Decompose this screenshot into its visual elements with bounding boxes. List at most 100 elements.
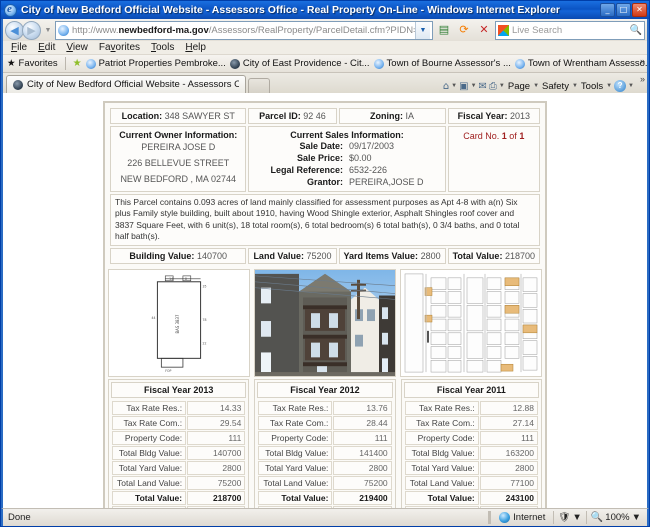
favorite-link-1[interactable]: City of East Providence - Cit... bbox=[229, 58, 370, 69]
legal-reference-label: Legal Reference: bbox=[270, 165, 344, 175]
row-value: 75200 bbox=[187, 475, 246, 490]
menu-item-view[interactable]: View bbox=[66, 42, 88, 53]
chevron-down-icon[interactable]: ▼ bbox=[632, 512, 641, 523]
search-input[interactable]: Live Search 🔍 bbox=[495, 20, 645, 40]
add-favorite-icon[interactable]: ★ bbox=[73, 58, 82, 69]
favorite-label: City of East Providence - Cit... bbox=[242, 58, 370, 69]
card-no-middle: of bbox=[506, 131, 520, 141]
table-row: Tax Rate Res.: 12.88 bbox=[404, 400, 538, 415]
table-row: Tax Rate Res.: 13.76 bbox=[258, 400, 392, 415]
site-icon bbox=[85, 58, 96, 69]
parcel-description: This Parcel contains 0.093 acres of land… bbox=[110, 194, 540, 246]
help-icon[interactable]: ? bbox=[614, 80, 627, 92]
fiscal-year-2013-table: Fiscal Year 2013 Tax Rate Res.: 14.33 Tax… bbox=[108, 378, 250, 508]
row-label: Property Code: bbox=[404, 430, 479, 445]
property-photo[interactable] bbox=[254, 268, 396, 377]
search-icon[interactable]: 🔍 bbox=[630, 25, 642, 36]
table-row: Current Owner Information: PEREIRA JOSE … bbox=[110, 126, 540, 192]
total-value-cell: Total Value: 218700 bbox=[447, 247, 540, 264]
chevron-down-icon[interactable]: ▼ bbox=[572, 83, 578, 89]
total-value: 219400 bbox=[333, 490, 392, 505]
print-icon[interactable]: ⎙ bbox=[489, 81, 497, 92]
window-controls: _ □ ✕ bbox=[600, 3, 647, 17]
menu-item-file[interactable]: File bbox=[11, 42, 27, 53]
parcel-detail-card: Location: 348 SAWYER ST Parcel ID: 92 46… bbox=[103, 101, 547, 508]
feeds-icon[interactable]: ▣ bbox=[459, 81, 468, 92]
menu-item-edit[interactable]: Edit bbox=[38, 42, 55, 53]
new-tab-button[interactable] bbox=[248, 78, 270, 93]
table-row: Total Bldg Value: 163200 bbox=[404, 445, 538, 460]
tab-bar: City of New Bedford Official Website - A… bbox=[3, 73, 647, 93]
search-placeholder: Live Search bbox=[512, 24, 563, 36]
favorites-button[interactable]: ★ Favorites bbox=[7, 58, 58, 69]
maximize-button[interactable]: □ bbox=[616, 3, 631, 17]
address-input[interactable]: http://www.newbedford-ma.gov/Assessors/R… bbox=[55, 20, 433, 40]
address-dropdown-icon[interactable]: ▼ bbox=[415, 21, 430, 39]
zoom-icon: 🔍 bbox=[590, 512, 604, 523]
owner-name: PEREIRA JOSE D bbox=[141, 142, 216, 152]
command-bar: ⌂ ▼ ▣ ▼ ✉ ⎙ ▼ Page ▼ Safety ▼ Tools ▼ ? … bbox=[443, 80, 644, 93]
tab-active[interactable]: City of New Bedford Official Website - A… bbox=[6, 75, 246, 93]
address-bar-row: ◀ ▶ ▼ http://www.newbedford-ma.gov/Asses… bbox=[3, 19, 647, 41]
table-row: Grantor: PEREIRA,JOSE D bbox=[269, 176, 424, 188]
forward-button[interactable]: ▶ bbox=[22, 20, 41, 40]
tax-value: $3,131.13 bbox=[479, 505, 538, 508]
menu-item-tools[interactable]: Tools bbox=[151, 42, 174, 53]
row-label: Total Yard Value: bbox=[112, 460, 187, 475]
chevron-down-icon[interactable]: ▼ bbox=[499, 83, 505, 89]
land-value-cell: Land Value: 75200 bbox=[248, 247, 337, 264]
zoom-control[interactable]: 🔍 100% ▼ bbox=[587, 512, 645, 523]
fiscal-year-tables: Fiscal Year 2013 Tax Rate Res.: 14.33 Tax… bbox=[108, 378, 542, 508]
fiscal-year-rows: Tax Rate Res.: 14.33 Tax Rate Com.: 29.54 … bbox=[111, 400, 246, 508]
browser-chrome: ◀ ▶ ▼ http://www.newbedford-ma.gov/Asses… bbox=[1, 19, 649, 93]
safety-menu-button[interactable]: Safety bbox=[542, 81, 569, 92]
menu-item-favorites[interactable]: Favorites bbox=[99, 42, 140, 53]
history-dropdown-icon[interactable]: ▼ bbox=[43, 27, 53, 34]
chevron-down-icon[interactable]: ▼ bbox=[471, 83, 477, 89]
favorite-label: Patriot Properties Pembroke... bbox=[98, 58, 226, 69]
row-label: Total Bldg Value: bbox=[404, 445, 479, 460]
sale-price-label: Sale Price: bbox=[296, 153, 344, 163]
command-bar-overflow-icon[interactable]: » bbox=[640, 74, 645, 84]
menu-item-help[interactable]: Help bbox=[185, 42, 206, 53]
chevron-down-icon[interactable]: ▼ bbox=[451, 83, 457, 89]
row-value: 140700 bbox=[187, 445, 246, 460]
favorite-link-2[interactable]: Town of Bourne Assessor's ... bbox=[373, 58, 511, 69]
security-zone[interactable]: Internet bbox=[491, 512, 553, 523]
chevron-down-icon[interactable]: ▼ bbox=[572, 512, 581, 523]
refresh-icon[interactable]: ⟳ bbox=[455, 21, 473, 40]
row-value: 28.44 bbox=[333, 415, 392, 430]
favorite-label: Town of Wrentham Assesso... bbox=[527, 58, 647, 69]
table-row: Building Value: 140700 Land Value: 75200… bbox=[110, 247, 540, 264]
window-title: City of New Bedford Official Website - A… bbox=[21, 4, 561, 16]
compatibility-icon[interactable]: ▤ bbox=[435, 21, 453, 40]
row-label: Total Land Value: bbox=[258, 475, 333, 490]
chevron-down-icon[interactable]: ▼ bbox=[533, 83, 539, 89]
yard-items-value-label: Yard Items Value: bbox=[343, 250, 419, 261]
table-row: Property Code: 111 bbox=[258, 430, 392, 445]
mail-icon[interactable]: ✉ bbox=[479, 81, 487, 92]
protected-mode-indicator[interactable]: 🛡 ▼ bbox=[554, 512, 585, 523]
close-button[interactable]: ✕ bbox=[632, 3, 647, 17]
table-row: Property Code: 111 bbox=[404, 430, 538, 445]
zoning-cell: Zoning: IA bbox=[338, 108, 446, 124]
building-sketch[interactable]: BAS 3837 14 8 35 78 22 44 FOP bbox=[108, 268, 250, 377]
tools-menu-button[interactable]: Tools bbox=[581, 81, 603, 92]
page-menu-button[interactable]: Page bbox=[508, 81, 530, 92]
table-row-tax: Tax:$3,018.94 bbox=[258, 505, 392, 508]
favorite-link-3[interactable]: Town of Wrentham Assesso... bbox=[514, 58, 647, 69]
parcel-map[interactable] bbox=[400, 268, 542, 377]
grantor-value: PEREIRA,JOSE D bbox=[349, 177, 424, 187]
home-icon[interactable]: ⌂ bbox=[443, 81, 449, 92]
parcel-images: BAS 3837 14 8 35 78 22 44 FOP bbox=[108, 268, 542, 377]
owner-title: Current Owner Information: bbox=[119, 130, 238, 140]
chevron-down-icon[interactable]: ▼ bbox=[628, 83, 634, 89]
favorite-link-0[interactable]: Patriot Properties Pembroke... bbox=[85, 58, 226, 69]
minimize-button[interactable]: _ bbox=[600, 3, 615, 17]
table-row-total: Total Value: 218700 bbox=[112, 490, 246, 505]
chevron-down-icon[interactable]: ▼ bbox=[606, 83, 612, 89]
url-domain: newbedford-ma.gov bbox=[118, 24, 209, 36]
sales-title: Current Sales Information: bbox=[290, 130, 404, 140]
favorites-overflow-icon[interactable]: » bbox=[640, 56, 645, 66]
stop-icon[interactable]: ✕ bbox=[475, 21, 493, 40]
